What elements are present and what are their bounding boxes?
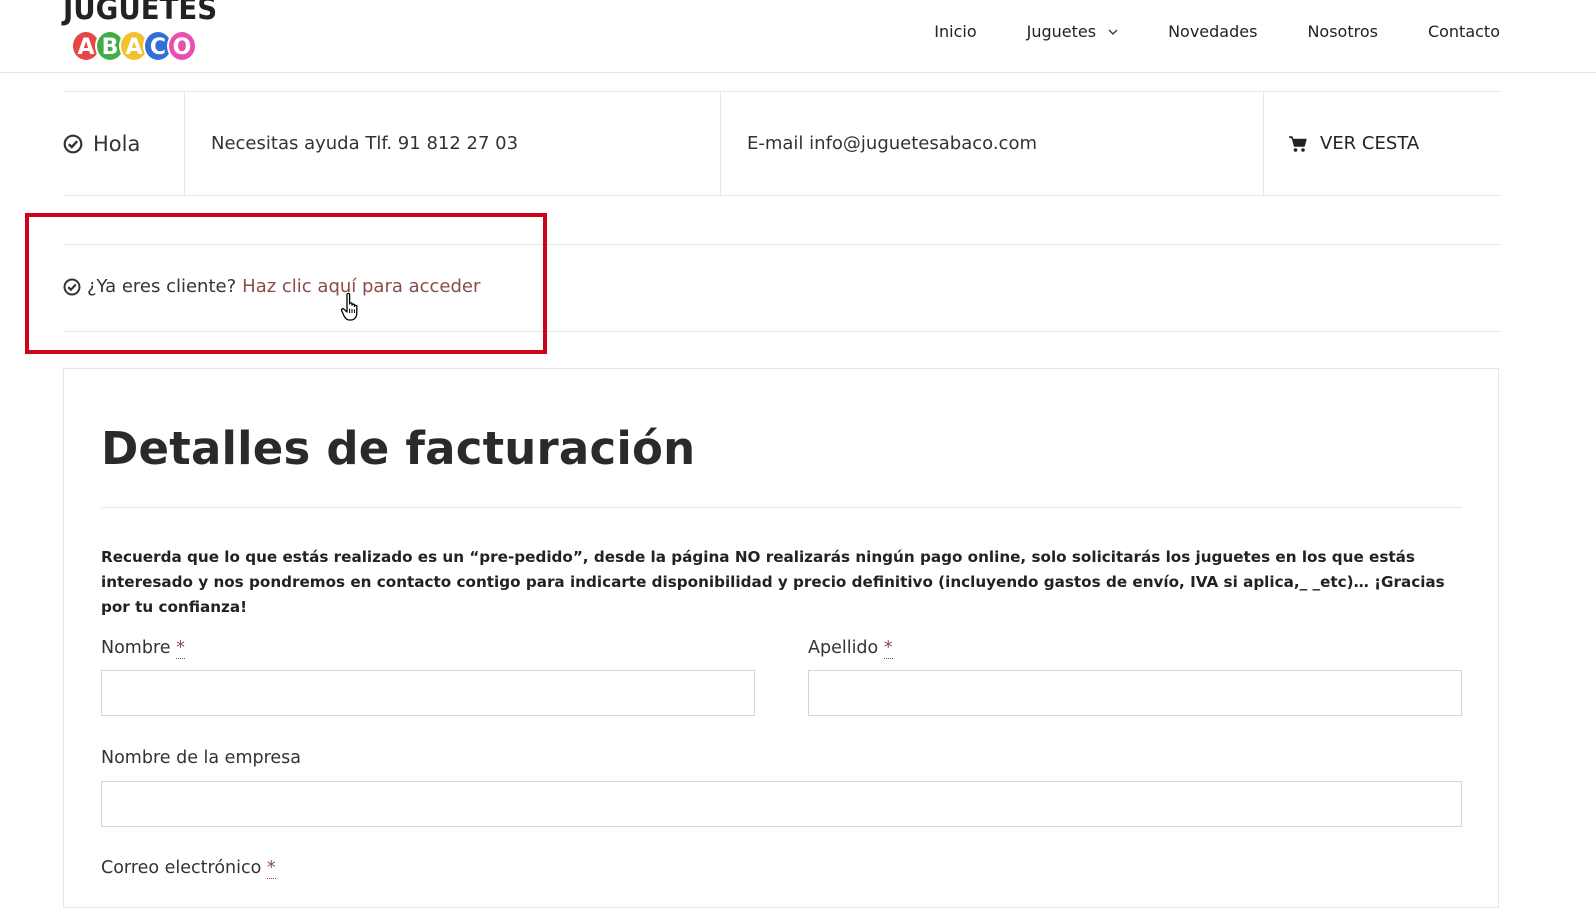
required-marker: * [266,858,276,879]
last-name-input[interactable] [808,670,1462,716]
nav-item-label: Juguetes [1026,22,1097,41]
nav-item-nosotros[interactable]: Nosotros [1307,20,1378,44]
nav-item-label: Contacto [1427,22,1500,41]
cart-icon [1289,135,1307,152]
site-logo[interactable]: JUGUETES ABACO [63,0,223,66]
nav-item-label: Nosotros [1307,22,1378,41]
info-bar: Hola Necesitas ayuda Tlf. 91 812 27 03 E… [63,91,1500,196]
first-name-input[interactable] [101,670,755,716]
site-header: JUGUETES ABACO Inicio Juguetes Novedades… [0,0,1596,73]
company-label-text: Nombre de la empresa [101,748,302,768]
company-input[interactable] [101,781,1462,827]
email-label: Correo electrónico * [101,858,276,879]
nav-item-label: Novedades [1168,22,1258,41]
greeting-text: Hola [93,131,141,156]
help-phone-text: Necesitas ayuda Tlf. 91 812 27 03 [211,133,519,154]
nav-item-contacto[interactable]: Contacto [1428,20,1500,44]
highlight-box [25,213,547,354]
logo-word: JUGUETES [63,0,218,27]
nav-item-novedades[interactable]: Novedades [1168,20,1257,44]
nav-item-label: Inicio [934,22,977,41]
first-name-label: Nombre * [101,638,185,659]
logo-letter: O [167,30,197,62]
last-name-label: Apellido * [808,638,893,659]
email-label-text: Correo electrónico [101,858,262,878]
view-cart-link[interactable]: VER CESTA [1263,92,1500,195]
required-marker: * [883,638,893,659]
greeting: Hola [63,92,184,195]
chevron-down-icon [1108,29,1118,35]
contact-email: E-mail info@juguetesabaco.com [720,92,1263,195]
nav-item-inicio[interactable]: Inicio [934,20,976,44]
company-label: Nombre de la empresa [101,748,301,768]
contact-email-text: E-mail info@juguetesabaco.com [747,133,1037,154]
billing-title: Detalles de facturación [101,422,696,475]
required-marker: * [176,638,185,659]
billing-note: Recuerda que lo que estás realizado es u… [101,548,1445,616]
last-name-label-text: Apellido [808,638,879,658]
billing-divider [101,507,1462,508]
help-phone: Necesitas ayuda Tlf. 91 812 27 03 [184,92,720,195]
nav-item-juguetes[interactable]: Juguetes [1027,20,1118,44]
check-circle-icon [63,134,83,153]
hand-pointer-icon [340,292,358,321]
first-name-label-text: Nombre [101,638,171,658]
logo-letters: ABACO [71,30,197,64]
view-cart-label: VER CESTA [1320,133,1420,154]
main-nav: Inicio Juguetes Novedades Nosotros Conta… [884,20,1500,44]
